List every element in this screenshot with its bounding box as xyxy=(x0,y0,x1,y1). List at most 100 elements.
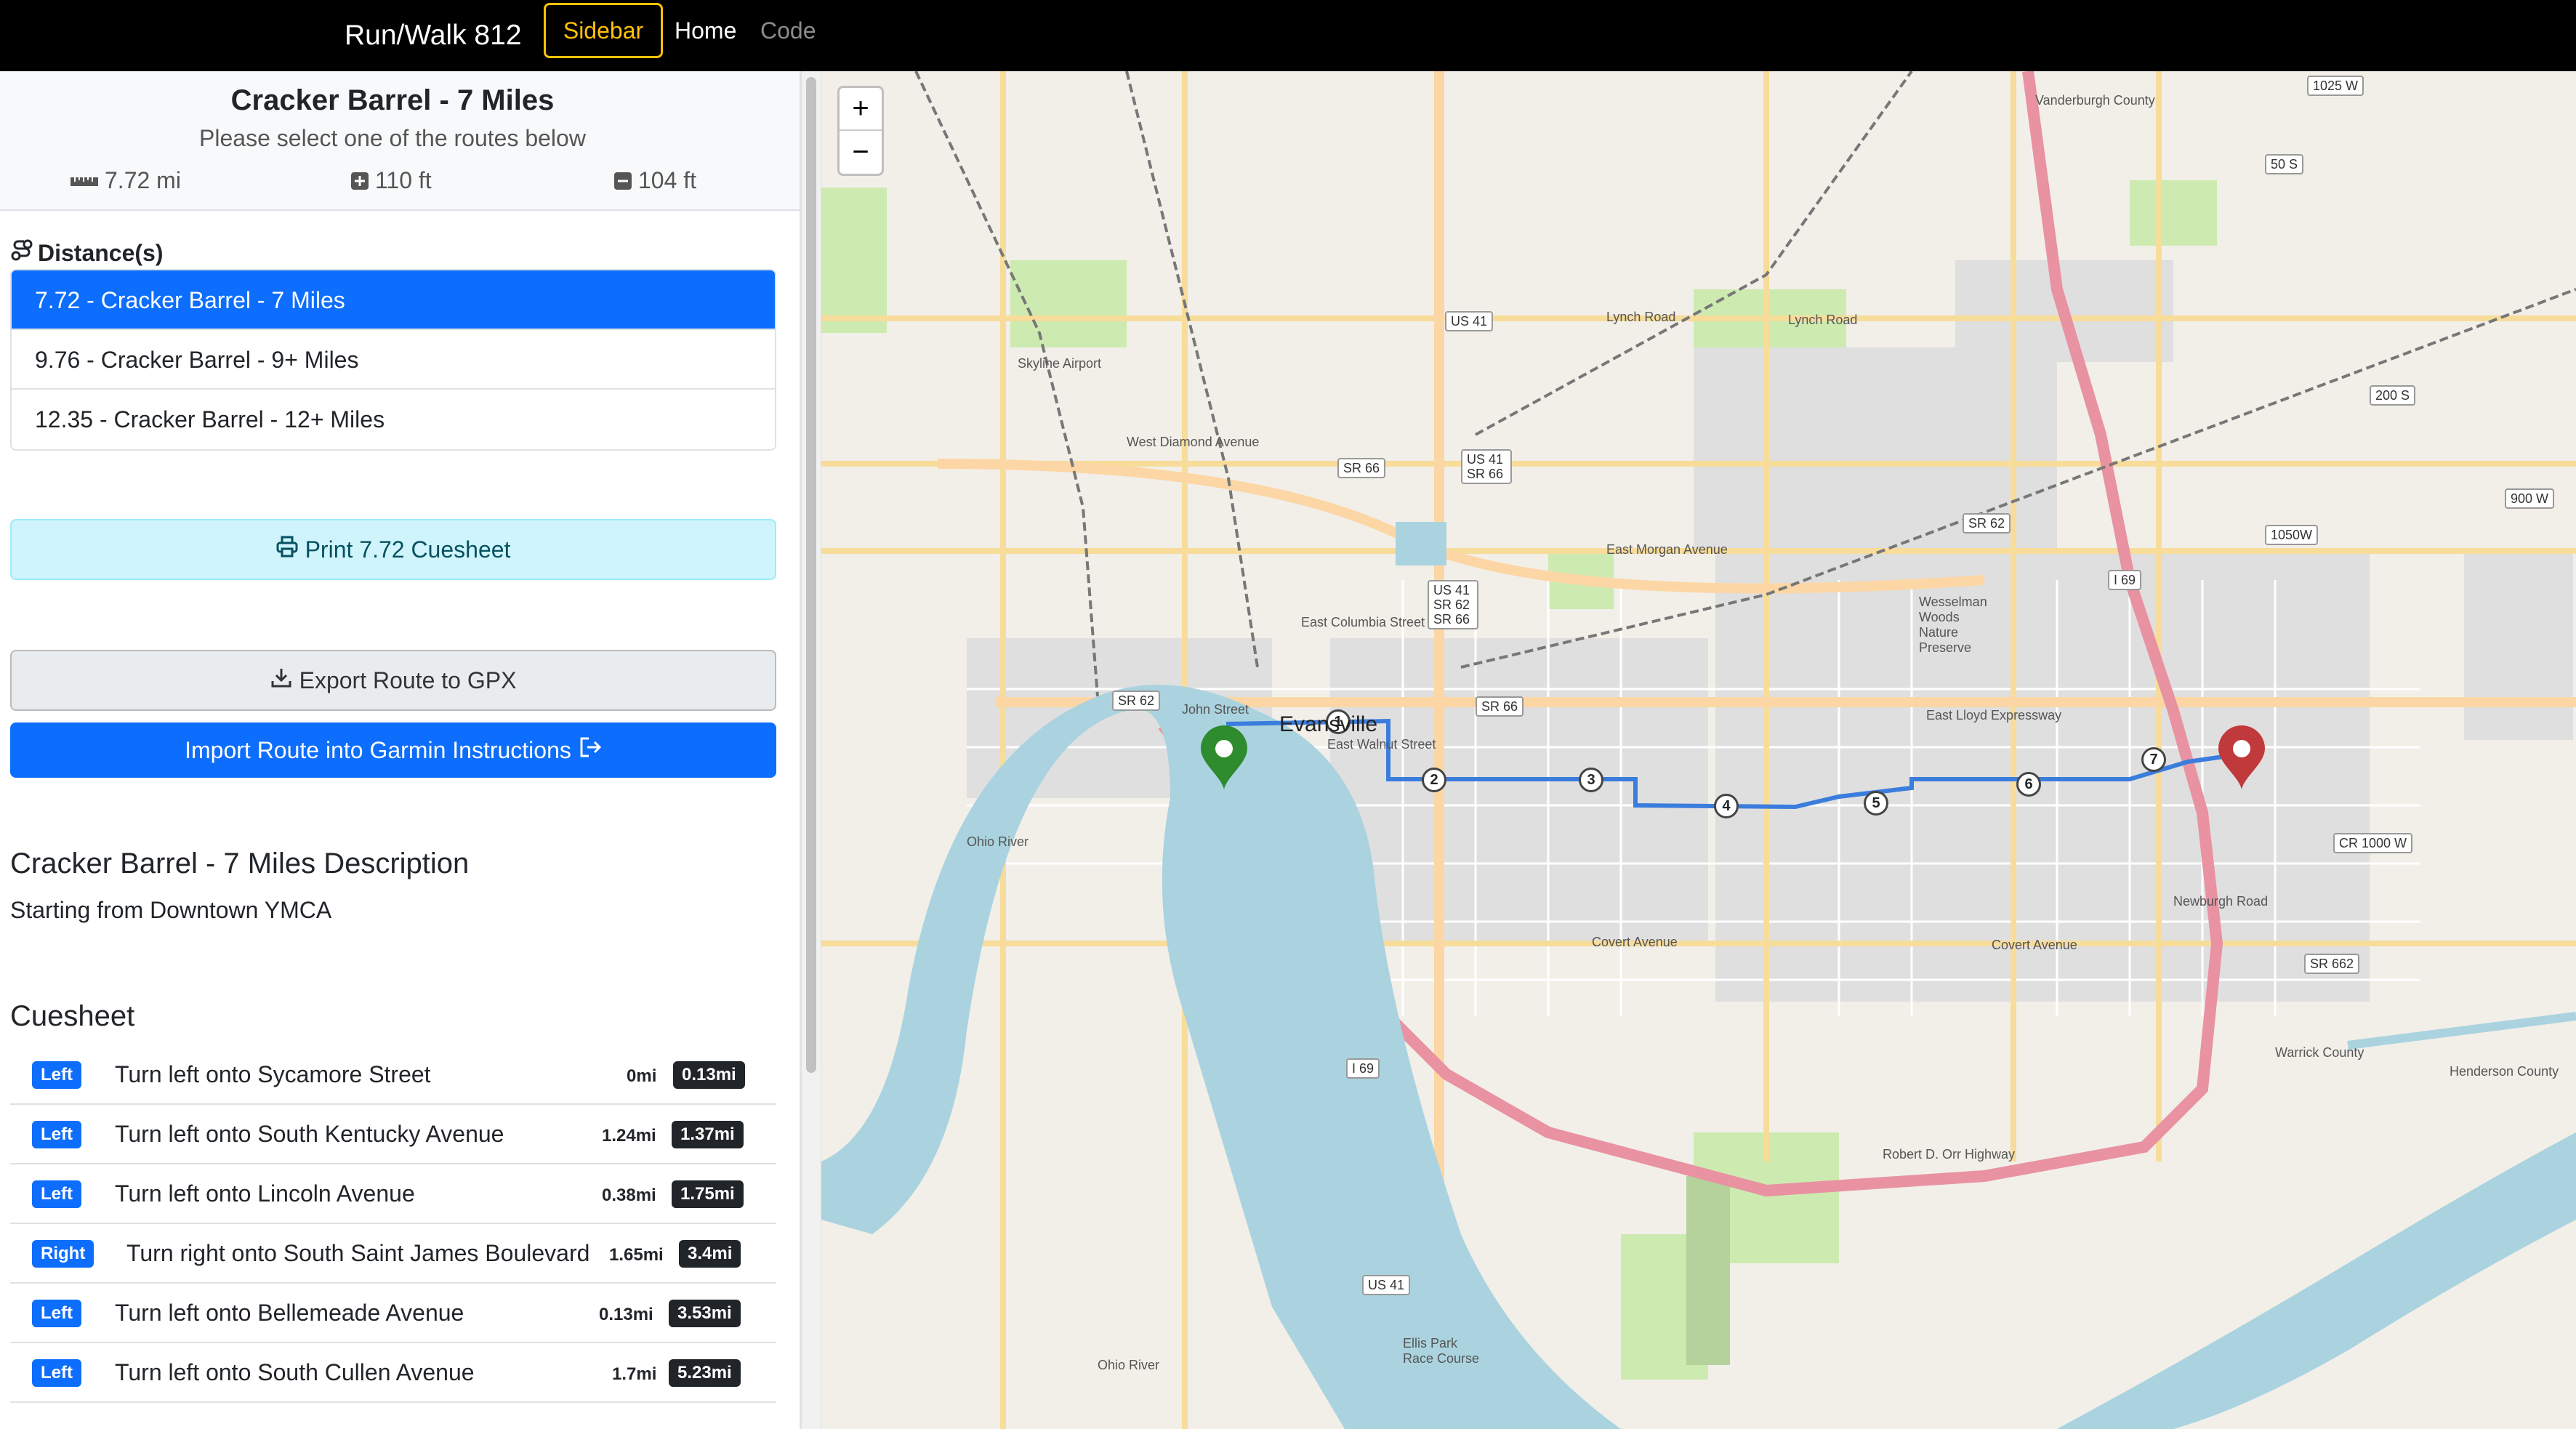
export-gpx-button[interactable]: Export Route to GPX xyxy=(10,650,776,711)
route-shield: 50 S xyxy=(2265,154,2304,174)
map-label: Skyline Airport xyxy=(1018,356,1102,371)
cue-leg-distance: 0mi xyxy=(627,1066,657,1086)
route-icon xyxy=(10,238,33,267)
brand-link[interactable]: Run/Walk 812 xyxy=(345,13,522,58)
cue-total-distance: 3.53mi xyxy=(669,1300,741,1327)
download-icon xyxy=(270,667,292,694)
direction-badge: Left xyxy=(32,1121,81,1148)
elevation-gain-value: 110 ft xyxy=(375,167,432,193)
map-label: Covert Avenue xyxy=(1992,938,2077,952)
waypoint-marker[interactable]: 4 xyxy=(1714,794,1739,818)
scrollbar-thumb[interactable] xyxy=(806,77,816,1073)
import-garmin-label: Import Route into Garmin Instructions xyxy=(185,736,571,763)
cuesheet-row: Left Turn left onto Sycamore Street 0mi … xyxy=(10,1045,776,1105)
elevation-gain-stat: 110 ft xyxy=(350,167,432,194)
ruler-icon xyxy=(70,174,99,188)
sidebar-toggle-button[interactable]: Sidebar xyxy=(544,3,663,58)
city-label: Evansville xyxy=(1279,712,1378,736)
zoom-out-button[interactable]: − xyxy=(840,131,882,174)
map-label: Vanderburgh County xyxy=(2035,93,2155,108)
map-label: West Diamond Avenue xyxy=(1127,435,1260,449)
cuesheet-row: Right Turn right onto South Saint James … xyxy=(10,1224,776,1284)
route-subtitle: Please select one of the routes below xyxy=(199,125,586,151)
cue-leg-distance: 1.7mi xyxy=(612,1364,657,1384)
description-title: Cracker Barrel - 7 Miles Description xyxy=(10,848,470,879)
cuesheet-row: Left Turn left onto South Kentucky Avenu… xyxy=(10,1105,776,1164)
route-shield: US 41 xyxy=(1362,1275,1411,1295)
map-label: Warrick County xyxy=(2275,1045,2364,1060)
cue-leg-distance: 0.13mi xyxy=(599,1305,653,1324)
map-label: Ohio River xyxy=(967,834,1029,849)
map-label: Ellis Park Race Course xyxy=(1403,1336,1480,1366)
route-shield: I 69 xyxy=(1346,1058,1380,1079)
cue-instruction: Turn left onto Lincoln Avenue xyxy=(115,1180,415,1207)
route-shield: 1050W xyxy=(2265,525,2319,545)
route-shield: SR 62 xyxy=(1963,513,2011,534)
route-shield: I 69 xyxy=(2108,570,2142,590)
route-shield: SR 62 xyxy=(1112,691,1161,711)
direction-badge: Left xyxy=(32,1359,81,1387)
route-shield: US 41 xyxy=(1445,311,1494,331)
route-header: Cracker Barrel - 7 Miles Please select o… xyxy=(0,71,800,211)
distance-value: 7.72 mi xyxy=(105,167,181,193)
map-label: John Street xyxy=(1182,702,1249,717)
description-text: Starting from Downtown YMCA xyxy=(10,897,332,923)
elevation-loss-stat: 104 ft xyxy=(613,167,696,194)
waypoint-marker[interactable]: 7 xyxy=(2141,747,2166,772)
waypoint-marker[interactable]: 5 xyxy=(1864,791,1888,816)
sidebar: Cracker Barrel - 7 Miles Please select o… xyxy=(0,71,801,1429)
distance-option-7-72[interactable]: 7.72 - Cracker Barrel - 7 Miles xyxy=(12,270,775,330)
route-shield: SR 662 xyxy=(2304,954,2360,974)
start-pin-icon[interactable] xyxy=(1199,725,1249,794)
cuesheet-row: Left Turn left onto Bellemeade Avenue 0.… xyxy=(10,1284,776,1343)
direction-badge: Left xyxy=(32,1300,81,1327)
cue-total-distance: 1.37mi xyxy=(672,1121,744,1148)
cue-instruction: Turn left onto Sycamore Street xyxy=(115,1061,431,1087)
cue-total-distance: 0.13mi xyxy=(673,1061,745,1089)
route-shield: CR 1000 W xyxy=(2333,833,2413,853)
cue-total-distance: 5.23mi xyxy=(669,1359,741,1387)
sidebar-scrollbar[interactable] xyxy=(801,71,821,1429)
map-label: East Lloyd Expressway xyxy=(1926,708,2062,722)
plus-square-icon xyxy=(350,172,369,190)
cue-leg-distance: 0.38mi xyxy=(602,1186,656,1205)
cue-leg-distance: 1.65mi xyxy=(609,1245,664,1265)
elevation-loss-value: 104 ft xyxy=(638,167,697,193)
route-shield: SR 66 xyxy=(1337,458,1386,478)
minus-square-icon xyxy=(613,172,632,190)
cue-instruction: Turn left onto South Cullen Avenue xyxy=(115,1359,475,1385)
distance-list: 7.72 - Cracker Barrel - 7 Miles 9.76 - C… xyxy=(10,269,776,451)
distance-option-12-35[interactable]: 12.35 - Cracker Barrel - 12+ Miles xyxy=(12,390,775,449)
distances-heading: Distance(s) xyxy=(10,238,164,267)
cue-instruction: Turn left onto South Kentucky Avenue xyxy=(115,1121,504,1147)
cue-instruction: Turn right onto South Saint James Boulev… xyxy=(126,1240,590,1266)
route-title: Cracker Barrel - 7 Miles xyxy=(230,84,555,116)
navbar: Run/Walk 812 Sidebar Home Code xyxy=(0,0,2576,71)
cue-instruction: Turn left onto Bellemeade Avenue xyxy=(115,1300,464,1326)
printer-icon xyxy=(276,536,298,563)
waypoint-marker[interactable]: 3 xyxy=(1579,768,1603,792)
cue-leg-distance: 1.24mi xyxy=(602,1126,656,1146)
nav-code-link[interactable]: Code xyxy=(760,16,816,45)
nav-home-link[interactable]: Home xyxy=(675,16,736,45)
zoom-control: + − xyxy=(837,86,884,176)
map-label: Ohio River xyxy=(1098,1358,1160,1372)
map-label: Robert D. Orr Highway xyxy=(1883,1147,2016,1162)
waypoint-marker[interactable]: 6 xyxy=(2016,772,2041,797)
direction-badge: Right xyxy=(32,1240,94,1268)
distance-option-9-76[interactable]: 9.76 - Cracker Barrel - 9+ Miles xyxy=(12,330,775,390)
export-gpx-label: Export Route to GPX xyxy=(299,667,517,693)
route-shield: SR 66 xyxy=(1476,696,1524,717)
cue-total-distance: 1.75mi xyxy=(672,1180,744,1208)
import-garmin-button[interactable]: Import Route into Garmin Instructions xyxy=(10,722,776,778)
zoom-in-button[interactable]: + xyxy=(840,88,882,131)
map[interactable]: + − 1 2 3 4 5 6 7 Evansville Vanderburgh… xyxy=(821,71,2576,1429)
map-label: East Morgan Avenue xyxy=(1606,542,1728,557)
route-shield: 900 W xyxy=(2505,488,2555,509)
cuesheet-row: Left Turn left onto Lincoln Avenue 0.38m… xyxy=(10,1164,776,1224)
print-cuesheet-button[interactable]: Print 7.72 Cuesheet xyxy=(10,519,776,580)
waypoint-marker[interactable]: 2 xyxy=(1422,768,1446,792)
end-pin-icon[interactable] xyxy=(2217,725,2266,794)
map-canvas xyxy=(821,71,2576,1429)
cue-total-distance: 3.4mi xyxy=(679,1240,741,1268)
